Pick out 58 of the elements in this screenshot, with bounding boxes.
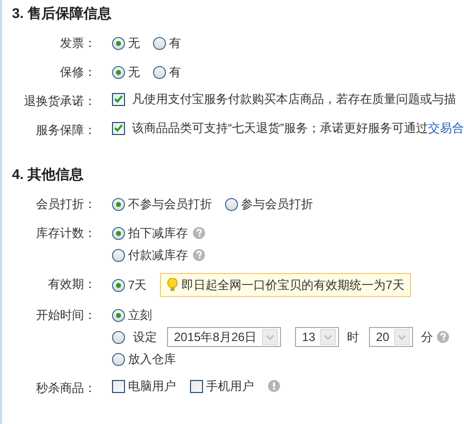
caret-icon (266, 334, 274, 340)
option-label[interactable]: 参与会员打折 (241, 195, 313, 213)
field-label: 秒杀商品： (36, 380, 96, 397)
promise-text: 该商品品类可支持“七天退货”服务；承诺更好服务可通过交易合 (132, 120, 464, 137)
option-label[interactable]: 无 (128, 34, 140, 52)
field-label: 开始时间： (36, 307, 96, 324)
help-icon (193, 249, 205, 261)
checkbox[interactable] (112, 92, 125, 106)
dropdown[interactable]: 2015年8月26日 (167, 327, 281, 347)
option-label[interactable]: 无 (128, 63, 140, 81)
option-label[interactable]: 有 (169, 63, 181, 81)
dropdown[interactable]: 13 (295, 327, 339, 347)
option-label[interactable]: 手机用户 (206, 377, 254, 395)
field-label: 会员打折： (36, 196, 96, 213)
notice-text: 即日起全网一口价宝贝的有效期统一为7天 (182, 277, 404, 294)
dropdown[interactable]: 20 (369, 327, 413, 347)
radio-button[interactable] (153, 66, 166, 78)
field-label: 退换货承诺： (24, 93, 96, 110)
checkbox[interactable] (112, 380, 125, 392)
option-label[interactable]: 拍下减库存 (128, 224, 188, 242)
checkbox[interactable] (112, 122, 125, 134)
radio-button[interactable] (225, 198, 238, 210)
field-label: 发票： (60, 35, 96, 52)
info-icon (268, 380, 280, 392)
section-title: 4. 其他信息 (12, 164, 85, 184)
field-label: 保修： (60, 64, 96, 81)
radio-button[interactable] (153, 36, 166, 50)
radio-button[interactable] (112, 226, 125, 240)
lightbulb-icon (166, 278, 178, 292)
promise-text: 凡使用支付宝服务付款购买本店商品，若存在质量问题或与描 (132, 91, 456, 108)
caret-icon (324, 334, 332, 340)
checkbox[interactable] (190, 380, 203, 392)
option-label[interactable]: 电脑用户 (128, 377, 176, 395)
radio-button[interactable] (112, 66, 125, 78)
field-label: 库存计数： (36, 225, 96, 242)
link[interactable]: 交易合 (428, 121, 464, 135)
field-label: 服务保障： (36, 122, 96, 139)
option-label[interactable]: 不参与会员打折 (128, 195, 212, 213)
option-label[interactable]: 放入仓库 (128, 350, 176, 368)
radio-button[interactable] (112, 198, 125, 210)
unit-label: 时 (347, 329, 359, 346)
caret-icon (398, 334, 406, 340)
option-label[interactable]: 付款减库存 (128, 246, 188, 264)
radio-button[interactable] (112, 36, 125, 50)
field-label: 有效期： (48, 276, 96, 293)
help-icon (193, 227, 205, 239)
help-icon (437, 331, 449, 343)
radio-button[interactable] (112, 308, 125, 322)
option-label[interactable]: 立刻 (128, 306, 152, 324)
option-label[interactable]: 有 (169, 34, 181, 52)
section-title: 3. 售后保障信息 (12, 4, 113, 22)
unit-label: 分 (421, 329, 433, 346)
option-label[interactable]: 设定 (133, 328, 157, 346)
radio-button[interactable] (112, 248, 125, 262)
radio-button[interactable] (112, 330, 125, 344)
option-label[interactable]: 7天 (128, 276, 147, 294)
radio-button[interactable] (112, 278, 125, 292)
radio-button[interactable] (112, 352, 125, 366)
